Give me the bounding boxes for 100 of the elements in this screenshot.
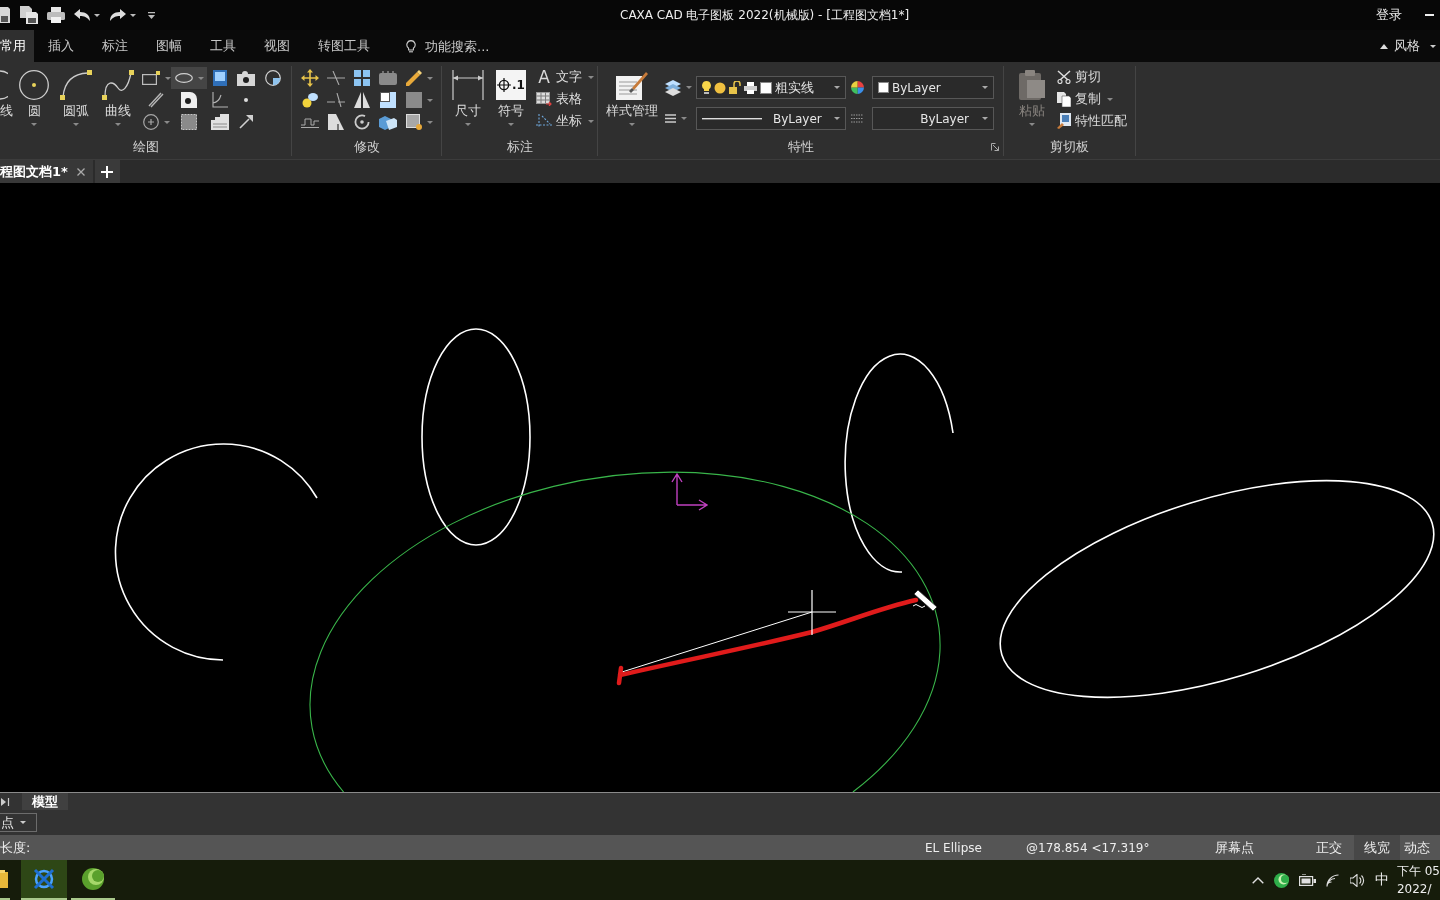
ribbon-button[interactable]: 线 [0,66,14,119]
style-menu[interactable]: 风格 [1394,30,1420,62]
chevron-up-icon[interactable] [1251,876,1264,884]
ribbon-button[interactable]: 特性匹配 [1057,110,1127,132]
status-toggle[interactable]: 动态 [1400,835,1440,860]
status-toggle[interactable]: 线宽 [1354,835,1400,860]
caret-icon[interactable] [130,13,136,17]
layer-dropdown[interactable]: 粗实线 [696,76,846,99]
stepped-block-icon [211,114,229,130]
wave-line-icon [301,116,319,128]
redo-icon[interactable] [110,9,126,21]
input-method-indicator[interactable]: 中 [1374,860,1389,900]
ribbon-button[interactable]: 曲线 [102,66,134,126]
lightbulb-icon [702,81,711,94]
diagonal-arrow-icon [239,115,253,129]
point-mode-dropdown[interactable]: 点 [0,813,37,832]
linetype-dropdown[interactable]: ByLayer [696,107,846,130]
centered-circle-icon [142,114,159,130]
icon-text: .1 [512,78,525,92]
skip-end-icon[interactable] [1,797,10,806]
rounded-block-icon [379,71,397,85]
scissors-icon [1057,70,1071,84]
ribbon-tab[interactable]: 视图 [250,30,304,62]
status-toggle[interactable]: 正交 [1316,835,1354,860]
ribbon-button[interactable]: 圆弧 [60,66,92,126]
ellipse-icon [174,73,193,83]
crescent-circle-icon[interactable] [1273,872,1289,888]
color-dropdown[interactable]: ByLayer [872,76,994,99]
linewidth-dropdown[interactable]: ByLayer [872,107,994,130]
dotted-square-icon [405,114,422,130]
swatch-icon [878,82,889,93]
three-lines-icon[interactable] [665,114,676,123]
group-label: 特性 [787,138,814,156]
line-weight-icon[interactable] [851,114,863,123]
snap-mode-button[interactable]: 屏幕点 [1215,838,1254,857]
new-tab-button[interactable] [94,160,120,183]
ribbon-button[interactable]: 表格 [536,88,594,110]
crescent-circle-icon [81,867,105,891]
chevron-up-icon[interactable] [1380,43,1388,49]
cubes-icon [379,114,397,130]
ribbon-tab[interactable]: 工具 [196,30,250,62]
move-cross-icon [301,69,319,87]
caret-icon[interactable] [834,86,840,89]
ribbon-button[interactable]: 样式管理 [606,66,658,126]
wifi-icon[interactable] [1325,873,1340,887]
ribbon-button[interactable]: 复制 [1057,88,1127,110]
color-wheel-icon[interactable] [851,81,864,94]
caret-icon[interactable] [1430,44,1436,48]
ribbon-button[interactable]: 坐标 [536,110,594,132]
printer-icon [744,81,757,94]
printer-icon[interactable] [47,7,65,23]
lightbulb-icon [406,39,416,53]
filled-block-icon [405,92,422,108]
clock-date[interactable]: 2022/ [1396,880,1440,898]
ribbon-tab[interactable]: 图幅 [142,30,196,62]
trim-lines-icon [327,71,345,85]
clock-time[interactable]: 下午 05 [1396,862,1440,880]
pencil-icon [405,70,422,86]
sun-icon [714,81,726,94]
login-link[interactable]: 登录 [1376,6,1402,24]
ribbon-button[interactable]: A 文字 [536,66,594,88]
copy-icon [1057,91,1071,107]
ribbon-tab[interactable]: 标注 [88,30,142,62]
taskbar-button[interactable] [21,860,67,900]
layout-tab[interactable]: 模型 [22,793,68,810]
ribbon-button[interactable]: 尺寸 [452,66,484,126]
battery-icon[interactable] [1298,874,1316,886]
floppy-icon[interactable] [0,7,10,23]
feature-search-field[interactable]: 功能搜索... [421,35,525,57]
floppy-stack-icon[interactable] [20,6,38,24]
caret-bar-icon[interactable] [148,11,155,19]
close-icon[interactable] [76,167,85,176]
dialog-launcher-icon[interactable] [991,143,999,151]
parallel-lines-icon [148,92,164,108]
caret-icon[interactable] [982,86,988,89]
clipboard-icon [1019,70,1045,100]
caret-icon[interactable] [94,13,100,17]
ribbon-tab[interactable]: 转图工具 [304,30,384,62]
curve-icon [102,70,134,100]
document-tab[interactable]: 程图文档1* [0,160,93,183]
layers-icon[interactable] [665,79,681,96]
undo-icon[interactable] [74,9,90,21]
swatch-icon [760,81,772,94]
plus-icon [101,165,114,178]
ribbon-tab[interactable]: 插入 [34,30,88,62]
speaker-icon[interactable] [1349,873,1365,887]
rotate-icon [354,114,370,130]
ribbon-button[interactable]: .1 符号 [495,66,527,126]
caret-icon[interactable] [834,117,840,120]
ribbon-button[interactable]: 剪切 [1057,66,1127,88]
padlock-icon [729,81,741,94]
caret-icon[interactable] [982,117,988,120]
caret-icon[interactable] [20,821,26,824]
quadrant-circle-icon [265,70,281,86]
ribbon-button[interactable]: 圆 [18,66,50,126]
group-label: 剪切板 [1050,138,1089,156]
extend-lines-icon [327,93,345,107]
table-icon [536,92,552,106]
ribbon-tab[interactable]: 常用 [0,30,34,62]
hatch-square-icon [181,114,197,130]
